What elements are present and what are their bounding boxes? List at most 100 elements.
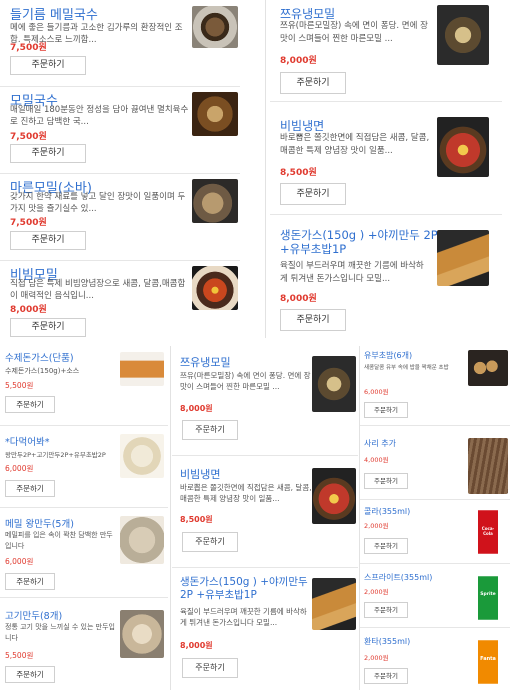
item-price: 7,500원: [10, 218, 47, 228]
food-photo: [192, 6, 238, 48]
item-price: 6,000원: [5, 557, 34, 566]
item-title: 사리 추가: [364, 439, 396, 448]
item-price: 6,000원: [364, 388, 389, 396]
item-price: 2,000원: [364, 588, 389, 596]
item-price: 7,500원: [10, 132, 47, 142]
menu-item-memil-wangmandu[interactable]: 메밀 왕만두(5개) 메밀피를 입은 속이 꽉찬 담백한 만두입니다 6,000…: [0, 510, 168, 598]
menu-item-saeng-donkatsu-set-2[interactable]: 생돈가스(150g ) +야끼만두 2P +유부초밥1P 육질이 부드러우며 깨…: [172, 570, 358, 690]
item-description: 수제돈가스(150g)+소스: [5, 367, 80, 375]
food-photo: [120, 434, 164, 478]
menu-item-saeng-donkatsu-set[interactable]: 생돈가스(150g ) +야끼만두 2P +유부초밥1P 육질이 부드러우며 깨…: [270, 216, 502, 338]
food-photo: [312, 356, 356, 412]
order-button[interactable]: 주문하기: [10, 144, 86, 163]
item-price: 5,500원: [5, 651, 34, 660]
panel-divider: [265, 0, 266, 338]
can-brand: Fanta: [480, 656, 496, 662]
can-brand: Sprite: [480, 592, 496, 597]
order-button[interactable]: 주문하기: [280, 72, 346, 94]
item-description: 바로뽑은 쫄깃한면에 직접담은 새콤, 달콤,매콤한 특제 양념장 맛이 일품.…: [180, 483, 312, 503]
item-description: 갖가지 한약 재료를 넣고 달인 장맛이 일품이며 두가지 맛을 즐기실수 있.…: [10, 192, 186, 214]
order-button[interactable]: 주문하기: [280, 183, 346, 205]
item-title: 고기만두(8개): [5, 611, 63, 622]
item-description: 쯔유(마른모밀장) 속에 면이 퐁당. 면에 장맛이 스며들어 찐한 마른모밀 …: [280, 21, 428, 44]
item-price: 2,000원: [364, 522, 389, 530]
sprite-can-photo: Sprite: [478, 572, 498, 622]
order-button[interactable]: 주문하기: [364, 538, 408, 554]
item-description: 새콤달콤 유부 속에 밥을 꽉채운 초밥: [364, 365, 449, 371]
order-button[interactable]: 주문하기: [280, 309, 346, 331]
order-button[interactable]: 주문하기: [5, 573, 55, 590]
food-photo: [468, 350, 508, 386]
item-price: 7,500원: [10, 43, 47, 53]
item-description: 왕만두2P+고기만두2P+유부초밥2P: [5, 451, 106, 459]
order-button[interactable]: 주문하기: [5, 396, 55, 413]
menu-item-cola[interactable]: 콜라(355ml) 2,000원 주문하기 Coca-Cola: [360, 502, 510, 564]
order-button[interactable]: 주문하기: [364, 668, 408, 684]
menu-item-bibim-memil[interactable]: 비빔모밀 직접 담은 특제 비빔양념장으로 새콤, 달콤,매콤함이 매력적인 음…: [0, 262, 240, 344]
food-photo: [437, 230, 489, 286]
order-button[interactable]: 주문하기: [364, 473, 408, 489]
item-description: 매일매일 180분동안 정성을 담아 끓여낸 멸치육수로 진하고 담백한 국..…: [10, 105, 189, 127]
menu-item-jjeuyu-naengmemil-2[interactable]: 쯔유냉모밀 쯔유(마른모밀장) 속에 면이 퐁당. 면에 장맛이 스며들어 찐한…: [172, 346, 358, 456]
item-price: 8,000원: [280, 56, 317, 66]
item-title: 메밀 왕만두(5개): [5, 519, 74, 530]
food-photo: [120, 610, 164, 658]
menu-item-mareun-memil[interactable]: 마른모밀(소바) 갖가지 한약 재료를 넣고 달인 장맛이 일품이며 두가지 맛…: [0, 175, 240, 261]
item-description: 정통 고기 맛을 느끼실 수 있는 만두입니다: [5, 623, 115, 642]
menu-item-sprite[interactable]: 스프라이트(355ml) 2,000원 주문하기 Sprite: [360, 566, 510, 628]
item-description: 육질이 부드러우며 깨끗한 기름에 바삭하게 튀겨낸 돈가스입니다 모밀...: [280, 261, 424, 284]
item-price: 6,000원: [5, 464, 34, 473]
item-price: 8,500원: [180, 515, 213, 524]
item-description: 육질이 부드러우며 깨끗한 기름에 바삭하게 튀겨낸 돈가스입니다 모밀...: [180, 607, 307, 627]
menu-item-sari-chuga[interactable]: 사리 추가 4,000원 주문하기: [360, 428, 510, 500]
menu-item-yubu-chobap[interactable]: 유부초밥(6개) 새콤달콤 유부 속에 밥을 꽉채운 초밥 6,000원 주문하…: [360, 346, 510, 426]
food-photo: [437, 117, 489, 177]
item-title: 생돈가스(150g ) +야끼만두 2P +유부초밥1P: [280, 228, 438, 256]
item-description: 메밀피를 입은 속이 꽉찬 담백한 만두입니다: [5, 531, 113, 550]
food-photo: [192, 266, 238, 310]
item-title: 환타(355ml): [364, 637, 411, 646]
item-description: 바로뽑은 쫄깃한면에 직접담은 새콤, 달콤,매콤한 특제 양념장 맛이 일품.…: [280, 133, 430, 156]
menu-item-jjeuyu-naengmemil[interactable]: 쯔유냉모밀 쯔유(마른모밀장) 속에 면이 퐁당. 면에 장맛이 스며들어 찐한…: [270, 0, 502, 102]
item-price: 8,500원: [280, 168, 317, 178]
panel-divider: [359, 346, 360, 690]
order-button[interactable]: 주문하기: [10, 318, 86, 337]
item-price: 4,000원: [364, 456, 389, 464]
order-button[interactable]: 주문하기: [5, 480, 55, 497]
order-button[interactable]: 주문하기: [182, 420, 238, 440]
item-title: 콜라(355ml): [364, 507, 411, 516]
menu-item-handmade-donkatsu[interactable]: 수제돈가스(단품) 수제돈가스(150g)+소스 5,500원 주문하기: [0, 346, 168, 426]
item-title: 유부초밥(6개): [364, 351, 413, 360]
menu-item-bibim-naengmyeon-2[interactable]: 비빔냉면 바로뽑은 쫄깃한면에 직접담은 새콤, 달콤,매콤한 특제 양념장 맛…: [172, 458, 358, 568]
order-button[interactable]: 주문하기: [364, 402, 408, 418]
order-button[interactable]: 주문하기: [182, 532, 238, 552]
item-title: 들기름 메밀국수: [10, 8, 98, 23]
order-button[interactable]: 주문하기: [10, 56, 86, 75]
food-photo: [120, 352, 164, 386]
item-description: 쯔유(마른모밀장) 속에 면이 퐁당. 면에 장맛이 스며들어 찐한 마른모밀 …: [180, 371, 311, 391]
order-button[interactable]: 주문하기: [10, 231, 86, 250]
menu-item-da-meogeobwa[interactable]: *다먹어봐* 왕만두2P+고기만두2P+유부초밥2P 6,000원 주문하기: [0, 428, 168, 508]
order-button[interactable]: 주문하기: [364, 602, 408, 618]
food-photo: [468, 438, 508, 494]
item-description: 직접 담은 특제 비빔양념장으로 새콤, 달콤,매콤함이 매력적인 음식입니..…: [10, 279, 186, 301]
item-title: 수제돈가스(단품): [5, 353, 74, 364]
item-price: 5,500원: [5, 381, 34, 390]
menu-item-mogil-guksu[interactable]: 모밀국수 매일매일 180분동안 정성을 담아 끓여낸 멸치육수로 진하고 담백…: [0, 88, 240, 174]
item-price: 2,000원: [364, 654, 389, 662]
panel-divider: [170, 346, 171, 690]
item-title: 비빔냉면: [180, 468, 221, 481]
order-button[interactable]: 주문하기: [182, 658, 238, 678]
item-price: 8,000원: [10, 305, 47, 315]
can-brand: Coca-Cola: [481, 526, 495, 536]
menu-item-deulgireum-memil[interactable]: 들기름 메밀국수 메에 좋은 들기름과 고소한 김가루의 환장적인 조합. 특제…: [0, 0, 240, 87]
menu-item-bibim-naengmyeon[interactable]: 비빔냉면 바로뽑은 쫄깃한면에 직접담은 새콤, 달콤,매콤한 특제 양념장 맛…: [270, 103, 502, 215]
menu-item-fanta[interactable]: 환타(355ml) 2,000원 주문하기 Fanta: [360, 630, 510, 690]
menu-item-gogi-mandu[interactable]: 고기만두(8개) 정통 고기 맛을 느끼실 수 있는 만두입니다 5,500원 …: [0, 600, 168, 690]
order-button[interactable]: 주문하기: [5, 666, 55, 683]
food-photo: [312, 578, 356, 630]
item-price: 8,000원: [180, 404, 213, 413]
cola-can-photo: Coca-Cola: [478, 506, 498, 556]
food-photo: [312, 468, 356, 524]
item-title: *다먹어봐*: [5, 437, 50, 448]
